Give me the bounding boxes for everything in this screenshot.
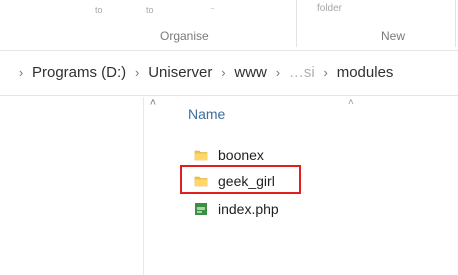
breadcrumb-item-www[interactable]: www xyxy=(234,64,267,81)
breadcrumb-item-drive[interactable]: Programs (D:) xyxy=(32,64,126,81)
scroll-up-icon[interactable]: ˄ xyxy=(145,96,161,110)
breadcrumb-separator-icon[interactable]: › xyxy=(126,65,148,80)
file-name: boonex xyxy=(218,147,264,163)
breadcrumb-item-uniserver[interactable]: Uniserver xyxy=(148,64,212,81)
address-bar[interactable]: › Programs (D:) › Uniserver › www › …si … xyxy=(0,50,458,96)
ribbon-button-faded[interactable]: ⁻ xyxy=(210,5,215,17)
breadcrumb-separator-icon[interactable]: › xyxy=(267,65,289,80)
ribbon: to to ⁻ folder Organise New xyxy=(0,0,458,47)
breadcrumb-separator-icon[interactable]: › xyxy=(10,65,32,80)
sort-ascending-icon: ˄ xyxy=(348,97,354,108)
navigation-pane[interactable] xyxy=(0,97,144,275)
ribbon-button-faded[interactable]: to xyxy=(95,5,103,17)
breadcrumb: › Programs (D:) › Uniserver › www › …si … xyxy=(10,64,394,81)
ribbon-group-new: New xyxy=(381,29,406,43)
breadcrumb-separator-icon[interactable]: › xyxy=(315,65,337,80)
breadcrumb-item-modules[interactable]: modules xyxy=(337,64,394,81)
ribbon-button-faded[interactable]: to xyxy=(146,5,154,17)
folder-icon xyxy=(194,150,208,161)
annotation-highlight-box xyxy=(180,165,301,194)
list-item-index-php[interactable]: index.php xyxy=(194,198,279,220)
ribbon-divider xyxy=(455,0,456,47)
php-file-icon xyxy=(195,203,207,215)
column-header-name[interactable]: Name xyxy=(188,106,225,122)
list-item-boonex[interactable]: boonex xyxy=(194,144,264,166)
new-folder-button[interactable]: folder xyxy=(317,3,342,14)
pane-divider[interactable] xyxy=(143,97,144,275)
ribbon-group-organise: Organise xyxy=(160,29,209,43)
breadcrumb-separator-icon[interactable]: › xyxy=(212,65,234,80)
ribbon-divider xyxy=(296,0,297,47)
breadcrumb-item-site[interactable]: …si xyxy=(289,64,315,81)
file-name: index.php xyxy=(218,201,279,217)
